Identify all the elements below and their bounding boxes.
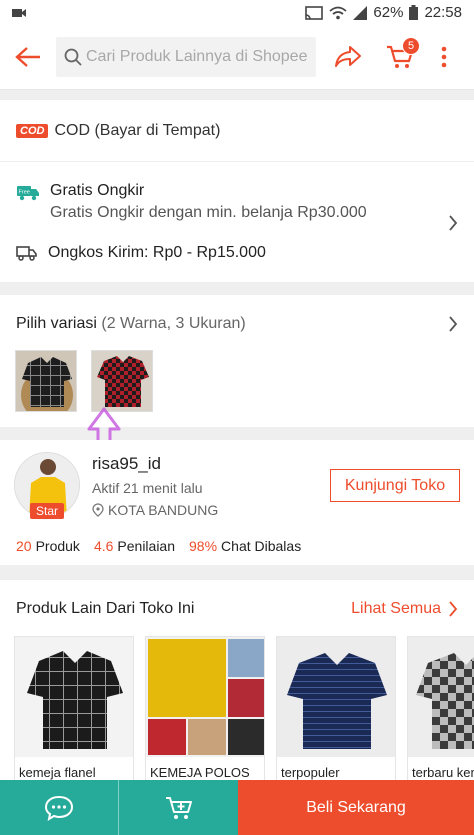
cod-logo: COD xyxy=(16,123,49,138)
shop-section: Star risa95_id Aktif 21 menit lalu KOTA … xyxy=(0,440,474,565)
shop-last-active: Aktif 21 menit lalu xyxy=(92,480,203,496)
visit-shop-button[interactable]: Kunjungi Toko xyxy=(330,469,460,502)
location-pin-icon xyxy=(92,503,104,517)
back-button[interactable] xyxy=(0,25,56,90)
truck-icon xyxy=(16,246,37,261)
product-image xyxy=(408,637,474,757)
add-to-cart-button[interactable] xyxy=(119,780,238,835)
share-button[interactable] xyxy=(320,25,376,90)
product-card[interactable]: terpopuler xyxy=(276,636,396,780)
top-app-bar: 5 xyxy=(0,25,474,90)
variation-title: Pilih variasi (2 Warna, 3 Ukuran) xyxy=(16,315,246,332)
stat-rating: 4.6 Penilaian xyxy=(93,538,176,554)
cart-button[interactable]: 5 xyxy=(376,25,424,90)
stat-products: 20 Produk xyxy=(16,538,80,554)
chat-icon xyxy=(44,795,74,821)
search-icon xyxy=(64,48,82,66)
product-name: terpopuler xyxy=(281,765,340,780)
share-icon xyxy=(335,46,361,67)
star-badge: Star xyxy=(30,503,65,519)
chevron-right-icon xyxy=(449,601,458,617)
status-bar: 62% 22:58 xyxy=(0,0,474,25)
chat-button[interactable] xyxy=(0,780,119,835)
more-button[interactable] xyxy=(424,25,464,90)
signal-icon xyxy=(353,5,368,20)
shipping-cost-row: Ongkos Kirim: Rp0 - Rp15.000 xyxy=(16,244,266,262)
product-image xyxy=(146,637,264,757)
more-icon xyxy=(441,46,447,68)
product-card[interactable]: terbaru kemeja xyxy=(407,636,474,780)
battery-percent: 62% xyxy=(373,4,404,21)
free-shipping-truck-icon: Free xyxy=(17,186,39,201)
product-name: kemeja flanel xyxy=(19,765,96,780)
add-to-cart-icon xyxy=(165,796,192,819)
search-input[interactable] xyxy=(86,48,311,66)
see-all-link[interactable]: Lihat Semua xyxy=(351,600,458,618)
product-name: KEMEJA POLOS xyxy=(150,765,250,780)
shipping-section[interactable]: Free Gratis Ongkir Gratis Ongkir dengan … xyxy=(0,162,474,282)
camera-icon xyxy=(12,8,26,17)
buy-now-button[interactable]: Beli Sekarang xyxy=(238,780,474,835)
chevron-right-icon xyxy=(449,215,458,231)
cod-section: COD COD (Bayar di Tempat) xyxy=(0,100,474,162)
wifi-icon xyxy=(329,6,348,19)
shirt-image xyxy=(16,351,76,411)
product-image xyxy=(15,637,133,757)
svg-text:Free: Free xyxy=(19,190,30,196)
cod-label: COD (Bayar di Tempat) xyxy=(54,121,221,139)
chevron-right-icon xyxy=(449,316,458,332)
variation-thumb-red[interactable] xyxy=(91,350,153,412)
variation-detail: (2 Warna, 3 Ukuran) xyxy=(101,315,246,332)
shop-name[interactable]: risa95_id xyxy=(92,454,161,474)
variation-section[interactable]: Pilih variasi (2 Warna, 3 Ukuran) xyxy=(0,295,474,459)
shirt-image xyxy=(92,351,152,411)
cast-icon xyxy=(305,5,324,20)
back-arrow-icon xyxy=(15,47,40,67)
shipping-cost: Ongkos Kirim: Rp0 - Rp15.000 xyxy=(48,244,266,261)
cart-count-badge: 5 xyxy=(402,36,420,55)
other-products-section: Produk Lain Dari Toko Ini Lihat Semua ke… xyxy=(0,580,474,780)
shop-stats: 20 Produk 4.6 Penilaian 98% Chat Dibalas xyxy=(16,538,301,554)
product-card[interactable]: kemeja flanel xyxy=(14,636,134,780)
free-shipping-title: Gratis Ongkir xyxy=(50,182,145,199)
clock: 22:58 xyxy=(424,4,462,21)
search-bar[interactable] xyxy=(56,37,316,77)
variation-thumb-black[interactable] xyxy=(15,350,77,412)
stat-chat-reply: 98% Chat Dibalas xyxy=(189,538,302,554)
section-title: Produk Lain Dari Toko Ini xyxy=(16,600,195,617)
bottom-action-bar: Beli Sekarang xyxy=(0,780,474,835)
product-image xyxy=(277,637,395,757)
product-name: terbaru kemeja xyxy=(412,765,474,780)
battery-icon xyxy=(409,5,419,20)
free-shipping-row: Free Gratis Ongkir Gratis Ongkir dengan … xyxy=(16,182,367,222)
shop-location: KOTA BANDUNG xyxy=(92,502,218,518)
free-shipping-desc: Gratis Ongkir dengan min. belanja Rp30.0… xyxy=(50,204,367,221)
product-card[interactable]: KEMEJA POLOS xyxy=(145,636,265,780)
